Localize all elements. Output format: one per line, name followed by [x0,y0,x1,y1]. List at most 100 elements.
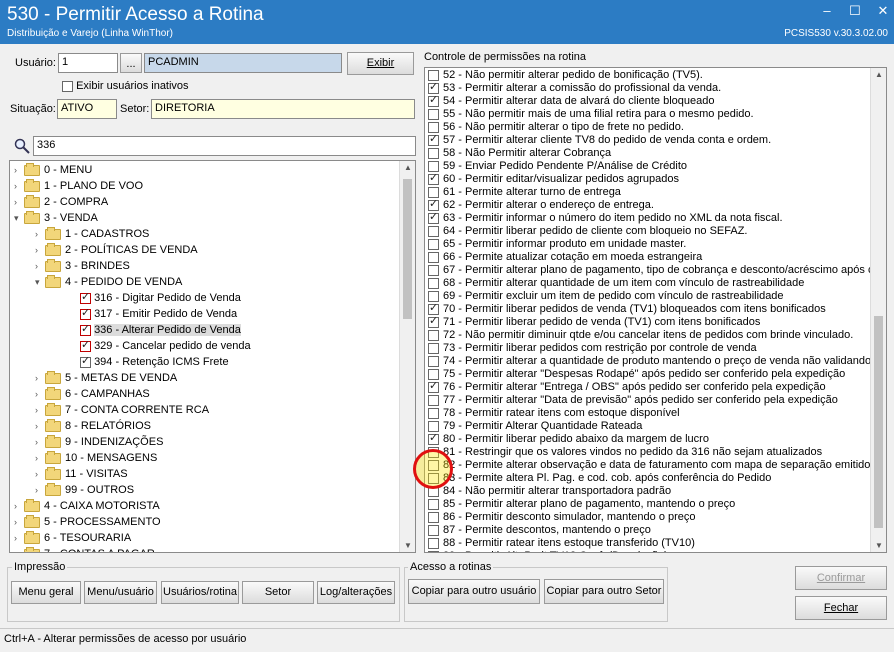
permission-item[interactable]: 64 - Permitir liberar pedido de cliente … [428,225,748,238]
tree-item[interactable]: › 0 - MENU [14,162,92,178]
print-menu-usuario-button[interactable]: Menu/usuário [84,581,157,604]
chevron-right-icon[interactable]: › [35,370,45,386]
scroll-up-icon[interactable]: ▲ [875,70,883,79]
routine-checkbox[interactable] [80,355,91,368]
permission-checkbox[interactable] [428,121,439,133]
tree-item[interactable]: ▾ 3 - VENDA [14,210,98,226]
print-setor-button[interactable]: Setor [242,581,314,604]
permission-checkbox[interactable] [428,432,439,445]
permission-checkbox[interactable] [428,368,439,380]
permission-item[interactable]: 85 - Permitir alterar plano de pagamento… [428,498,735,511]
tree-item[interactable]: › 4 - CAIXA MOTORISTA [14,498,160,514]
routine-tree[interactable]: › 0 - MENU › 1 - PLANO DE VOO › 2 - COMPRA ▾ 3 … [9,160,416,553]
permission-item[interactable]: 67 - Permitir alterar plano de pagamento… [428,264,886,277]
chevron-right-icon[interactable]: › [35,402,45,418]
browse-user-button[interactable]: ... [120,53,142,73]
chevron-right-icon[interactable]: › [35,482,45,498]
permission-item[interactable]: 72 - Não permitir diminuir qtde e/ou can… [428,329,853,342]
permission-item[interactable]: 83 - Permite altera Pl. Pag. e cod. cob.… [428,472,771,485]
chevron-down-icon[interactable]: ▾ [35,274,45,290]
permission-checkbox[interactable] [428,81,439,94]
tree-scrollbar[interactable]: ▲ ▼ [399,161,415,552]
permission-item[interactable]: 86 - Permitir desconto simulador, manten… [428,511,696,524]
tree-item[interactable]: › 1 - CADASTROS [35,226,149,242]
permission-checkbox[interactable] [428,198,439,211]
permission-item[interactable]: 89 - Permitir Alt. Pedt TV13 Conf. (Devo… [428,550,668,552]
maximize-icon[interactable]: ☐ [848,3,862,19]
tree-item[interactable]: 336 - Alterar Pedido de Venda [56,322,241,338]
print-usuarios-rotina-button[interactable]: Usuários/rotina [161,581,239,604]
permissions-scroll-thumb[interactable] [874,316,883,528]
chevron-right-icon[interactable]: › [14,514,24,530]
show-button[interactable]: Exibir [347,52,414,75]
tree-item[interactable]: 394 - Retenção ICMS Frete [56,354,229,370]
chevron-right-icon[interactable]: › [35,258,45,274]
print-log-button[interactable]: Log/alterações [317,581,395,604]
permission-item[interactable]: 56 - Não permitir alterar o tipo de fret… [428,121,684,134]
permission-checkbox[interactable] [428,94,439,107]
scroll-up-icon[interactable]: ▲ [404,163,412,172]
search-input[interactable]: 336 [33,136,416,156]
permission-item[interactable]: 81 - Restringir que os valores vindos no… [428,446,822,459]
chevron-right-icon[interactable]: › [14,546,24,552]
permission-checkbox[interactable] [428,290,439,302]
permission-item[interactable]: 63 - Permitir informar o número do item … [428,211,783,225]
chevron-right-icon[interactable]: › [14,530,24,546]
permission-checkbox[interactable] [428,355,439,367]
tree-item[interactable]: › 11 - VISITAS [35,466,128,482]
scroll-down-icon[interactable]: ▼ [875,541,883,550]
routine-checkbox[interactable] [80,307,91,320]
permission-item[interactable]: 68 - Permitir alterar quantidade de um i… [428,277,804,290]
tree-item[interactable]: › 2 - POLÍTICAS DE VENDA [35,242,198,258]
permissions-scrollbar[interactable]: ▲ ▼ [870,68,886,552]
permission-item[interactable]: 78 - Permitir ratear itens com estoque d… [428,407,680,420]
tree-item[interactable]: › 10 - MENSAGENS [35,450,157,466]
permission-item[interactable]: 76 - Permitir alterar "Entrega / OBS" ap… [428,380,826,394]
permission-checkbox[interactable] [428,211,439,224]
permission-item[interactable]: 74 - Permitir alterar a quantidade de pr… [428,355,878,368]
tree-item[interactable]: › 1 - PLANO DE VOO [14,178,143,194]
permission-checkbox[interactable] [428,251,439,263]
tree-item[interactable]: › 5 - METAS DE VENDA [35,370,177,386]
permission-item[interactable]: 69 - Permitir excluir um item de pedido … [428,290,784,303]
permission-checkbox[interactable] [428,160,439,172]
permission-checkbox[interactable] [428,69,439,81]
permission-item[interactable]: 75 - Permitir alterar "Despesas Rodapé" … [428,368,845,381]
permission-checkbox[interactable] [428,342,439,354]
chevron-right-icon[interactable]: › [14,162,24,178]
tree-item[interactable]: 329 - Cancelar pedido de venda [56,338,251,354]
permission-item[interactable]: 60 - Permitir editar/visualizar pedidos … [428,172,679,186]
tree-item[interactable]: › 6 - CAMPANHAS [35,386,150,402]
permission-checkbox[interactable] [428,302,439,315]
permission-item[interactable]: 79 - Permitir Alterar Quantidade Rateada [428,420,642,433]
chevron-right-icon[interactable]: › [35,242,45,258]
permission-checkbox[interactable] [428,380,439,393]
tree-item[interactable]: 317 - Emitir Pedido de Venda [56,306,237,322]
close-icon[interactable]: ✕ [876,3,890,19]
routine-checkbox[interactable] [80,323,91,336]
show-inactive-row[interactable]: Exibir usuários inativos [62,80,189,92]
permission-item[interactable]: 57 - Permitir alterar cliente TV8 do ped… [428,133,771,147]
chevron-right-icon[interactable]: › [35,434,45,450]
permission-item[interactable]: 61 - Permite alterar turno de entrega [428,186,621,199]
confirm-button[interactable]: Confirmar [795,566,887,590]
permission-checkbox[interactable] [428,147,439,159]
chevron-right-icon[interactable]: › [35,386,45,402]
permission-checkbox[interactable] [428,315,439,328]
permission-item[interactable]: 87 - Permite descontos, mantendo o preço [428,524,651,537]
permission-item[interactable]: 53 - Permitir alterar a comissão do prof… [428,81,721,95]
chevron-down-icon[interactable]: ▾ [14,210,24,226]
permission-checkbox[interactable] [428,186,439,198]
permission-checkbox[interactable] [428,329,439,341]
permission-item[interactable]: 65 - Permitir informar produto em unidad… [428,238,686,251]
permission-item[interactable]: 70 - Permitir liberar pedidos de venda (… [428,302,826,316]
chevron-right-icon[interactable]: › [14,178,24,194]
tree-item[interactable]: 316 - Digitar Pedido de Venda [56,290,241,306]
tree-item[interactable]: › 7 - CONTA CORRENTE RCA [35,402,209,418]
tree-item[interactable]: › 8 - RELATÓRIOS [35,418,151,434]
tree-item[interactable]: › 7 - CONTAS A PAGAR [14,546,155,552]
permission-item[interactable]: 52 - Não permitir alterar pedido de boni… [428,69,703,82]
permission-item[interactable]: 82 - Permite alterar observação e data d… [428,459,870,472]
tree-scroll-thumb[interactable] [403,179,412,319]
permission-checkbox[interactable] [428,133,439,146]
